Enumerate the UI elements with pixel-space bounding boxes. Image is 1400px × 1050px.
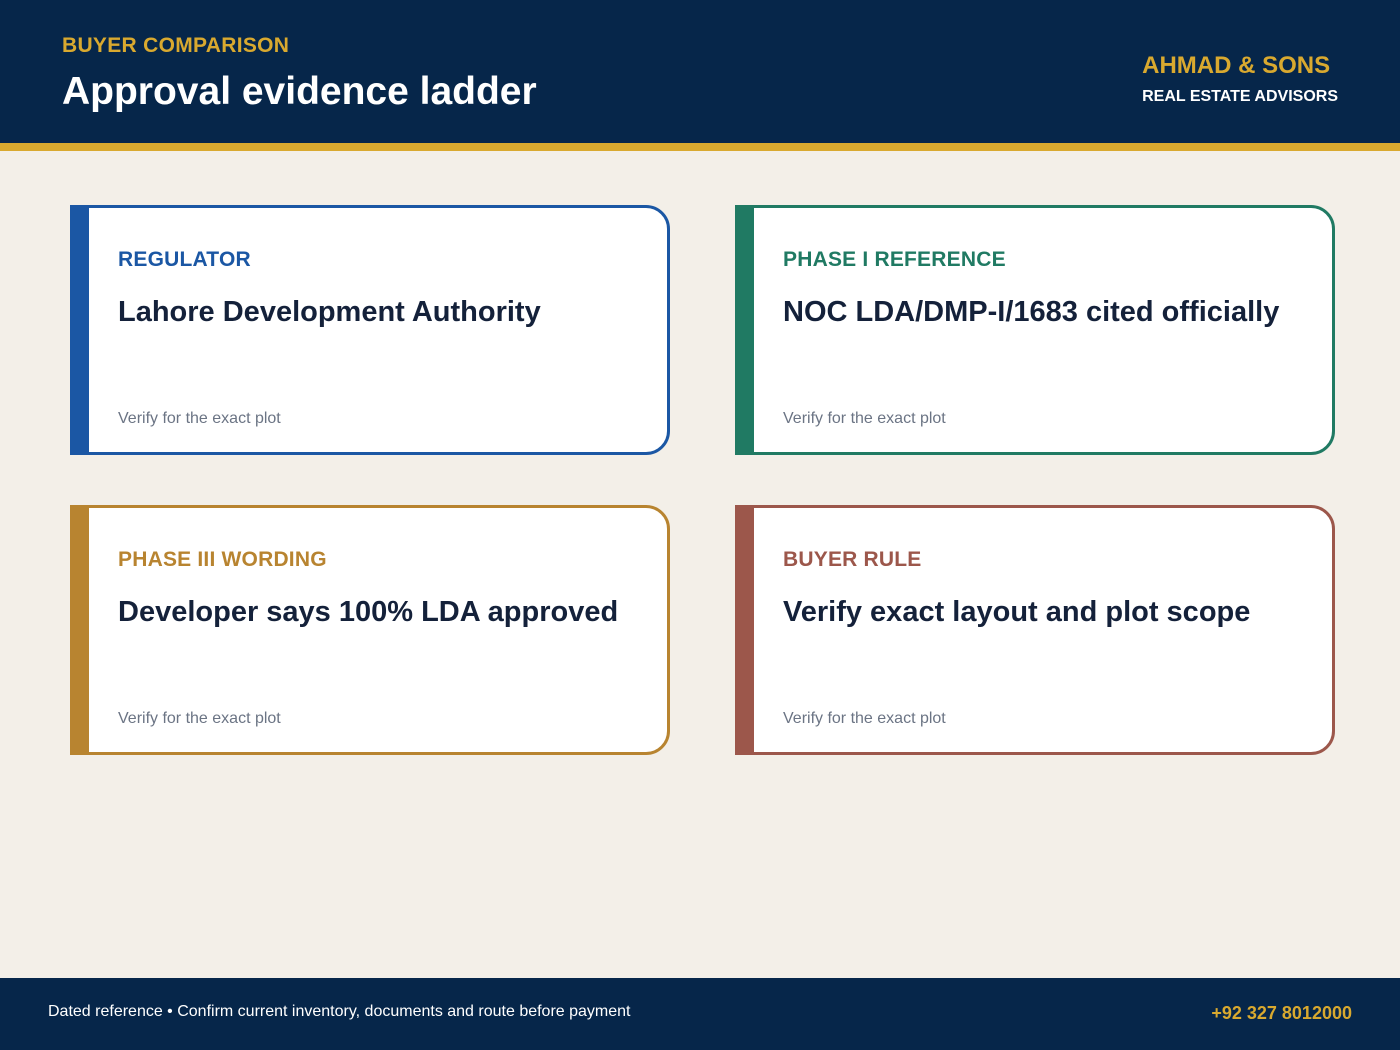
card-accent-bar xyxy=(70,205,89,455)
card-accent-bar xyxy=(70,505,89,755)
card-headline: Verify exact layout and plot scope xyxy=(783,596,1251,628)
card-label: BUYER RULE xyxy=(783,548,922,571)
card-label: PHASE III WORDING xyxy=(118,548,327,571)
footer-phone-link[interactable]: +92 327 8012000 xyxy=(1211,1003,1352,1024)
card-buyer-rule: BUYER RULE Verify exact layout and plot … xyxy=(735,505,1335,755)
brand-name: AHMAD & SONS xyxy=(1142,52,1331,79)
page: BUYER COMPARISON Approval evidence ladde… xyxy=(0,0,1400,1050)
eyebrow: BUYER COMPARISON xyxy=(62,34,290,57)
card-label: REGULATOR xyxy=(118,248,251,271)
brand: AHMAD & SONS REAL ESTATE ADVISORS xyxy=(1142,52,1338,106)
card-note: Verify for the exact plot xyxy=(783,710,946,727)
card-phase-i-reference: PHASE I REFERENCE NOC LDA/DMP-I/1683 cit… xyxy=(735,205,1335,455)
card-note: Verify for the exact plot xyxy=(783,410,946,427)
card-accent-bar xyxy=(735,505,754,755)
header: BUYER COMPARISON Approval evidence ladde… xyxy=(0,0,1400,143)
card-regulator: REGULATOR Lahore Development Authority V… xyxy=(70,205,670,455)
card-headline: Lahore Development Authority xyxy=(118,296,541,328)
page-title: Approval evidence ladder xyxy=(62,70,537,113)
card-note: Verify for the exact plot xyxy=(118,710,281,727)
header-divider xyxy=(0,143,1400,151)
brand-subtitle: REAL ESTATE ADVISORS xyxy=(1142,88,1338,105)
card-label: PHASE I REFERENCE xyxy=(783,248,1006,271)
card-headline: Developer says 100% LDA approved xyxy=(118,596,619,628)
card-note: Verify for the exact plot xyxy=(118,410,281,427)
card-headline: NOC LDA/DMP-I/1683 cited officially xyxy=(783,296,1280,328)
card-phase-iii-wording: PHASE III WORDING Developer says 100% LD… xyxy=(70,505,670,755)
footer: Dated reference • Confirm current invent… xyxy=(0,978,1400,1050)
footer-disclaimer: Dated reference • Confirm current invent… xyxy=(48,1003,631,1020)
card-accent-bar xyxy=(735,205,754,455)
